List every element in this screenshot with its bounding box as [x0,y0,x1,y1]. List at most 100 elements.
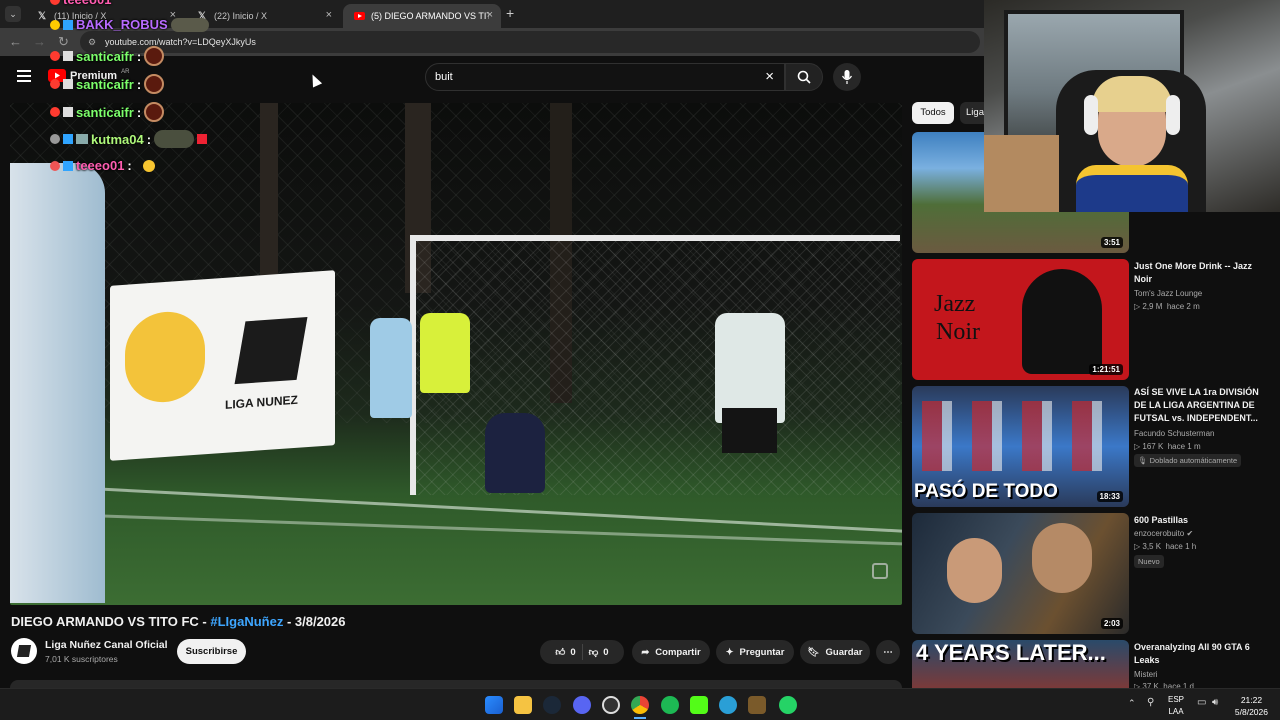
upload-age: hace 1 h [1165,542,1197,551]
whatsapp-icon[interactable] [779,696,797,714]
channel-avatar[interactable] [11,638,37,664]
chat-username: teeeo01 [63,0,111,7]
badge-icon [50,134,60,144]
player-light-blue [370,318,412,418]
recommended-channel[interactable]: Misteri [1134,670,1158,679]
ask-button[interactable]: ✦ Preguntar [716,640,794,664]
windows-start-icon[interactable] [485,696,503,714]
tab-youtube[interactable]: (5) DIEGO ARMANDO VS TITO F × [343,4,501,28]
location-icon[interactable]: ⚲ [1147,697,1154,708]
close-icon[interactable]: × [326,9,332,21]
spotify-icon[interactable] [661,696,679,714]
channel-name[interactable]: Liga Nuñez Canal Oficial [45,639,168,651]
menu-icon[interactable] [17,70,31,82]
subscribe-button[interactable]: Suscribirse [177,639,246,664]
badge-icon [63,79,73,89]
badge-icon [50,0,60,5]
like-count: 0 [570,646,576,658]
language-indicator[interactable]: ESP LAA [1168,694,1184,718]
voice-search-button[interactable] [833,63,861,91]
channel-watermark-icon[interactable] [872,563,888,579]
discord-icon[interactable] [573,696,591,714]
video-player[interactable]: LIGA NUNEZ [10,103,902,605]
url-field[interactable]: ⚙ youtube.com/watch?v=LDQeyXJkyUs [80,31,980,53]
chat-username: santicaifr [76,76,134,92]
mouse-cursor-icon [307,72,323,88]
chevron-up-icon[interactable]: ⌃ [1128,698,1136,709]
recommended-channel[interactable]: enzocerobuito [1134,529,1184,538]
player-white [715,313,785,423]
recommended-channel[interactable]: Facundo Schusterman [1134,429,1215,438]
recommended-stats: ▷ 2,9 M hace 2 m [1134,302,1200,311]
foreground-player [10,163,105,603]
recommended-title[interactable]: Just One More Drink -- Jazz Noir [1134,260,1266,286]
kick-icon[interactable] [690,696,708,714]
player-yellow [420,313,470,393]
emote-icon [144,102,165,122]
recommended-thumbnail[interactable]: PASÓ DE TODO 18:33 [912,386,1129,507]
recommended-channel[interactable]: Tom's Jazz Lounge [1134,289,1202,298]
volume-icon[interactable]: 🔊︎ [1212,697,1218,708]
tab-label: (5) DIEGO ARMANDO VS TITO F [371,11,489,21]
chat-username: kutma04 [91,131,144,147]
badge-icon [63,107,73,117]
new-badge: Nuevo [1134,555,1164,568]
liga-nunez-logo [234,317,308,385]
video-duration: 18:33 [1096,491,1123,502]
dislike-button[interactable]: 👎︎ 0 [589,646,609,659]
network-icon[interactable]: ▭ [1197,697,1206,708]
save-button[interactable]: 🔖︎ Guardar [800,640,870,664]
jersey [1076,165,1188,212]
close-icon[interactable]: × [487,9,493,21]
recommended-stats: ▷ 3,5 K hace 1 h [1134,542,1197,551]
like-button[interactable]: 👍︎ 0 [555,646,576,659]
recommended-thumbnail[interactable]: Jazz Noir 1:21:51 [912,259,1129,380]
recommended-title[interactable]: 600 Pastillas [1134,514,1266,527]
hashtag-link[interactable]: #LIgaNuñez [210,614,283,629]
clear-search-icon[interactable]: × [765,64,774,90]
ccleaner-icon[interactable] [719,696,737,714]
thumbs-up-icon: 👍︎ [555,647,566,658]
tab-x-2[interactable]: 𝕏 (22) Inicio / X × [186,4,340,28]
chat-message: santicaifr: [50,46,165,66]
dislike-count: 0 [603,646,609,658]
forward-icon[interactable]: → [33,34,46,49]
thumbnail-text: 4 YEARS LATER... [916,640,1106,665]
steam-icon[interactable] [543,696,561,714]
recommended-stats: ▷ 167 K hace 1 m [1134,442,1201,451]
back-icon[interactable]: ← [9,34,22,49]
more-icon: ⋯ [883,646,893,658]
tab-list-button[interactable]: ⌄ [5,6,21,22]
search-icon [797,70,811,84]
emote-icon [170,17,209,32]
badge-icon [63,134,73,144]
thumbnail-text: PASÓ DE TODO [914,481,1058,502]
description-box[interactable] [10,680,902,688]
system-clock[interactable]: 21:22 5/8/2026 [1235,694,1268,718]
chat-message: santicaifr: [50,74,165,94]
player-white-shorts [722,408,777,453]
chrome-icon[interactable] [631,696,649,714]
search-input[interactable]: buit × [425,63,785,91]
recommended-title[interactable]: ASÍ SE VIVE LA 1ra DIVISIÓN DE LA LIGA A… [1134,386,1266,425]
thumbnail-text: Jazz [934,291,976,317]
chip-all[interactable]: Todos [912,102,954,124]
search-value: buit [435,71,453,83]
obs-icon[interactable] [602,696,620,714]
recommended-thumbnail[interactable]: 2:03 [912,513,1129,634]
view-count: 167 K [1142,442,1164,451]
microphone-icon [842,70,852,84]
file-explorer-icon[interactable] [514,696,532,714]
badge-icon [63,19,73,30]
thumbnail-text: Noir [936,319,980,345]
recommended-title[interactable]: Overanalyzing All 90 GTA 6 Leaks [1134,641,1266,667]
minecraft-icon[interactable] [748,696,766,714]
streamer-webcam [984,0,1280,212]
new-tab-button[interactable]: + [506,5,514,21]
share-button[interactable]: ➦ Compartir [632,640,710,664]
search-button[interactable] [785,63,823,91]
more-actions-button[interactable]: ⋯ [876,640,900,664]
recommended-thumbnail[interactable]: 4 YEARS LATER... [912,640,1129,688]
tab-label: (22) Inicio / X [214,11,268,21]
emote-icon [144,46,165,66]
